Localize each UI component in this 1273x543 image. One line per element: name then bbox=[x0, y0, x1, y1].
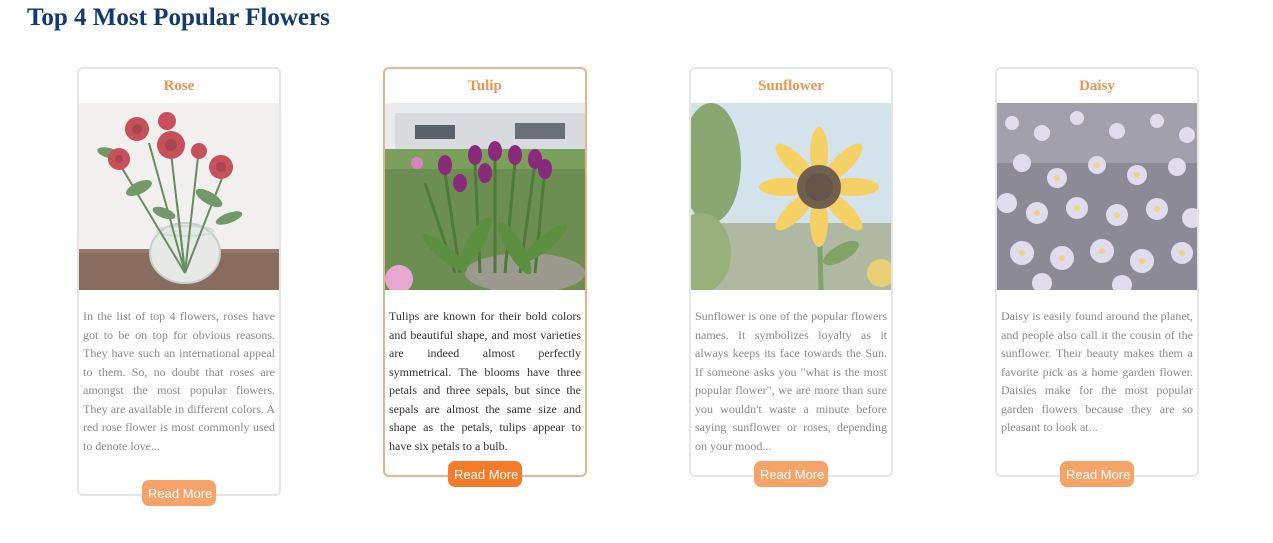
rose-image bbox=[79, 103, 279, 290]
card-description: Tulips are known for their bold colors a… bbox=[389, 309, 581, 453]
flower-card-sunflower: Sunflower Sunflower is one of the popula… bbox=[689, 67, 893, 487]
read-more-button[interactable]: Read More bbox=[448, 461, 522, 487]
read-more-button[interactable]: Read More bbox=[142, 480, 216, 506]
page-title: Top 4 Most Popular Flowers bbox=[27, 4, 330, 31]
card-description: Daisy is easily found around the planet,… bbox=[1001, 309, 1193, 434]
flower-card-tulip: Tulip Tulips are known for their bold co… bbox=[383, 67, 587, 487]
read-more-button[interactable]: Read More bbox=[1060, 461, 1134, 487]
read-more-button[interactable]: Read More bbox=[754, 461, 828, 487]
card-description: In the list of top 4 flowers, roses have… bbox=[83, 309, 275, 453]
sunflower-image bbox=[691, 103, 891, 290]
card-title: Daisy bbox=[1079, 78, 1115, 94]
card-title: Rose bbox=[163, 78, 195, 94]
daisy-image bbox=[997, 103, 1197, 290]
card-description: Sunflower is one of the popular flowers … bbox=[695, 309, 887, 453]
card-title: Tulip bbox=[468, 78, 502, 94]
card-title: Sunflower bbox=[758, 78, 824, 94]
flower-card-rose: Rose In the list of top 4 flowers, roses… bbox=[77, 67, 281, 506]
flower-card-daisy: Daisy Daisy is easily found around the p… bbox=[995, 67, 1199, 487]
tulip-image bbox=[385, 103, 585, 290]
